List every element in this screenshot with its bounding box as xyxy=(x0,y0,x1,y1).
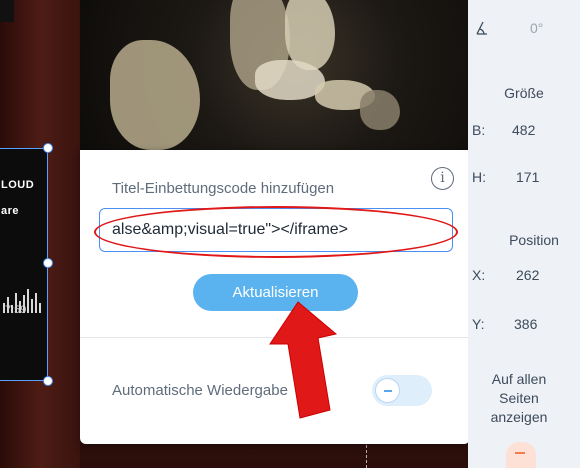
x-value[interactable]: 262 xyxy=(516,267,539,283)
annotation-oval xyxy=(94,206,458,258)
y-label: Y: xyxy=(472,316,485,332)
info-icon[interactable]: i xyxy=(431,167,454,190)
autoplay-label: Automatische Wiedergabe xyxy=(112,382,288,399)
guide-line xyxy=(366,440,367,468)
y-value[interactable]: 386 xyxy=(514,316,537,332)
position-heading: Position xyxy=(509,232,559,248)
background-photo xyxy=(80,0,470,150)
annotation-arrow-icon xyxy=(269,301,338,419)
show-all-pages-label: Auf allen Seiten anzeigen xyxy=(490,371,548,425)
show-all-pages-toggle[interactable] xyxy=(506,442,536,468)
widget-title-text: LOUD xyxy=(1,179,35,191)
rotation-value[interactable]: 0° xyxy=(530,20,543,36)
soundcloud-widget[interactable]: LOUD are 7:59 xyxy=(0,148,48,381)
widget-subtitle-text: are xyxy=(1,205,20,217)
size-heading: Größe xyxy=(504,85,544,101)
resize-handle-right[interactable] xyxy=(43,258,53,268)
resize-handle-bottom-right[interactable] xyxy=(43,376,53,386)
properties-panel: 0° Größe B: 482 H: 171 Position X: 262 Y… xyxy=(468,0,580,468)
canvas-element-fragment[interactable] xyxy=(0,0,14,22)
width-label: B: xyxy=(472,122,486,138)
resize-handle-top-right[interactable] xyxy=(43,143,53,153)
width-value[interactable]: 482 xyxy=(512,122,535,138)
toggle-knob xyxy=(375,378,400,403)
height-label: H: xyxy=(472,169,486,185)
height-value[interactable]: 171 xyxy=(516,169,539,185)
embed-code-label: Titel-Einbettungscode hinzufügen xyxy=(112,180,335,197)
widget-time: 7:59 xyxy=(5,304,27,316)
x-label: X: xyxy=(472,267,486,283)
autoplay-toggle[interactable] xyxy=(372,375,432,406)
rotation-icon xyxy=(476,21,487,35)
